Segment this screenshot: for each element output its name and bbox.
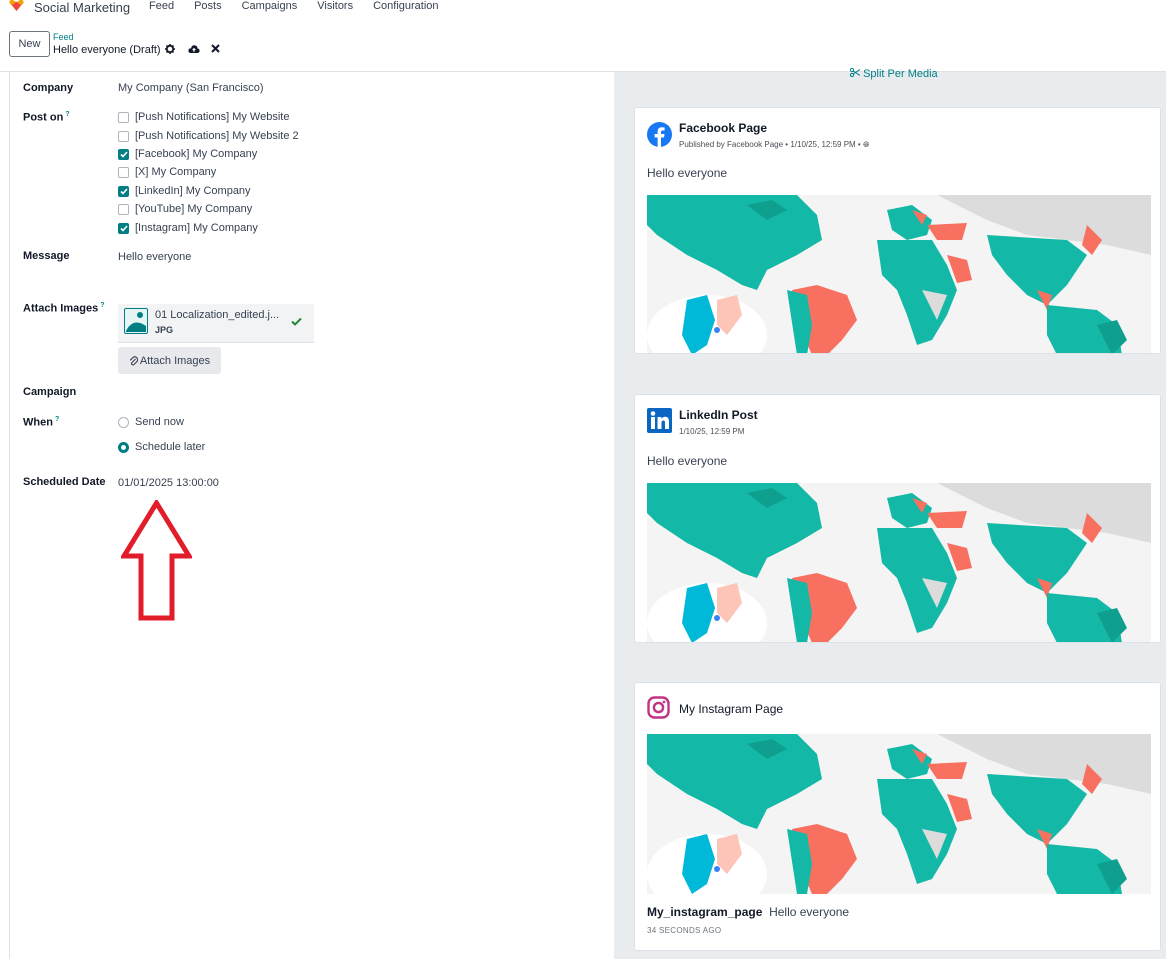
checkbox[interactable] bbox=[118, 203, 129, 215]
radio-selected[interactable] bbox=[118, 441, 129, 453]
facebook-icon bbox=[647, 122, 672, 147]
menu-item-feed[interactable]: Feed bbox=[149, 0, 174, 12]
top-navbar: Social Marketing Feed Posts Campaigns Vi… bbox=[0, 0, 1166, 22]
facebook-preview-card: Facebook Page Published by Facebook Page… bbox=[634, 107, 1161, 354]
instagram-preview-card: My Instagram Page My_instagram_page Hell… bbox=[634, 682, 1161, 951]
attach-images-label: Attach Images? bbox=[23, 302, 105, 315]
form-sheet bbox=[9, 72, 614, 959]
split-per-media-link[interactable]: Split Per Media bbox=[849, 67, 938, 80]
menu-item-configuration[interactable]: Configuration bbox=[373, 0, 438, 12]
checkbox[interactable] bbox=[118, 166, 129, 178]
app-name[interactable]: Social Marketing bbox=[34, 0, 130, 15]
post-image bbox=[647, 483, 1151, 642]
company-value[interactable]: My Company (San Francisco) bbox=[118, 82, 264, 94]
instagram-caption: My_instagram_page Hello everyone bbox=[647, 905, 849, 919]
image-file-icon bbox=[124, 308, 148, 334]
account-label: [Instagram] My Company bbox=[135, 222, 258, 234]
company-label: Company bbox=[23, 82, 74, 94]
account-label: [YouTube] My Company bbox=[135, 203, 253, 215]
world-map-image bbox=[647, 195, 1151, 353]
menu-item-campaigns[interactable]: Campaigns bbox=[242, 0, 298, 12]
account-label: [X] My Company bbox=[135, 166, 217, 178]
attachment-card[interactable]: 01 Localization_edited.j... JPG bbox=[118, 304, 314, 343]
checkbox-checked[interactable] bbox=[118, 222, 129, 234]
control-panel: New Feed Hello everyone (Draft) bbox=[0, 22, 1166, 72]
instagram-time-ago: 34 SECONDS AGO bbox=[647, 926, 722, 935]
account-label: [Push Notifications] My Website bbox=[135, 111, 290, 123]
help-tooltip-icon[interactable]: ? bbox=[55, 416, 59, 423]
when-label: When? bbox=[23, 416, 60, 429]
linkedin-post-title: LinkedIn Post bbox=[679, 408, 758, 422]
post-on-label: Post on? bbox=[23, 111, 70, 124]
main-menu: Feed Posts Campaigns Visitors Configurat… bbox=[149, 0, 459, 12]
checkbox[interactable] bbox=[118, 130, 129, 142]
facebook-page-name: Facebook Page bbox=[679, 121, 768, 135]
checkbox-checked[interactable] bbox=[118, 185, 129, 197]
account-push-my-website-2[interactable]: [Push Notifications] My Website 2 bbox=[118, 130, 299, 142]
discard-close-icon[interactable] bbox=[211, 44, 220, 53]
menu-item-visitors[interactable]: Visitors bbox=[317, 0, 353, 12]
linkedin-post-date: 1/10/25, 12:59 PM bbox=[679, 427, 745, 436]
breadcrumb-feed-link[interactable]: Feed bbox=[53, 32, 74, 42]
linkedin-preview-card: LinkedIn Post 1/10/25, 12:59 PM Hello ev… bbox=[634, 394, 1161, 643]
account-youtube[interactable]: [YouTube] My Company bbox=[118, 203, 252, 215]
attachment-extension: JPG bbox=[155, 325, 174, 335]
account-facebook[interactable]: [Facebook] My Company bbox=[118, 148, 257, 160]
world-map-image bbox=[647, 483, 1151, 642]
attach-images-button-label: Attach Images bbox=[139, 354, 211, 367]
world-map-image bbox=[647, 734, 1151, 894]
scissors-icon bbox=[849, 67, 861, 78]
paperclip-icon bbox=[129, 355, 138, 366]
when-schedule-later[interactable]: Schedule later bbox=[118, 441, 205, 453]
account-label: [Facebook] My Company bbox=[135, 148, 258, 160]
post-image bbox=[647, 734, 1151, 894]
globe-icon: 🌐︎ bbox=[862, 140, 870, 149]
gear-icon[interactable] bbox=[165, 44, 175, 54]
preview-panel: Split Per Media Facebook Page Published … bbox=[614, 67, 1166, 959]
account-instagram[interactable]: [Instagram] My Company bbox=[118, 222, 258, 234]
radio-label: Schedule later bbox=[135, 441, 206, 453]
menu-item-posts[interactable]: Posts bbox=[194, 0, 222, 12]
linkedin-icon bbox=[647, 408, 672, 433]
facebook-published-info: Published by Facebook Page • 1/10/25, 12… bbox=[679, 140, 870, 149]
when-send-now[interactable]: Send now bbox=[118, 416, 184, 428]
account-linkedin[interactable]: [LinkedIn] My Company bbox=[118, 185, 251, 197]
instagram-page-name: My Instagram Page bbox=[679, 702, 784, 716]
facebook-message: Hello everyone bbox=[647, 166, 728, 180]
account-label: [Push Notifications] My Website 2 bbox=[135, 130, 299, 142]
radio[interactable] bbox=[118, 416, 129, 428]
checkbox-checked[interactable] bbox=[118, 148, 129, 160]
account-push-my-website[interactable]: [Push Notifications] My Website bbox=[118, 111, 289, 123]
new-button[interactable]: New bbox=[9, 31, 50, 57]
attach-images-button[interactable]: Attach Images bbox=[118, 347, 221, 374]
account-label: [LinkedIn] My Company bbox=[135, 185, 251, 197]
instagram-icon bbox=[647, 696, 670, 719]
post-image bbox=[647, 195, 1151, 353]
attachment-filename: 01 Localization_edited.j... bbox=[155, 309, 280, 321]
help-tooltip-icon[interactable]: ? bbox=[100, 302, 104, 309]
instagram-handle: My_instagram_page bbox=[647, 905, 763, 919]
help-tooltip-icon[interactable]: ? bbox=[65, 111, 69, 118]
scheduled-date-field[interactable]: 01/01/2025 13:00:00 bbox=[118, 477, 219, 489]
linkedin-message: Hello everyone bbox=[647, 454, 728, 468]
radio-label: Send now bbox=[135, 416, 184, 428]
checkbox[interactable] bbox=[118, 111, 129, 123]
message-label: Message bbox=[23, 250, 70, 262]
uploaded-check-icon bbox=[291, 317, 302, 326]
save-cloud-icon[interactable] bbox=[188, 44, 200, 54]
account-x[interactable]: [X] My Company bbox=[118, 166, 216, 178]
red-up-arrow-annotation bbox=[121, 500, 192, 621]
instagram-message: Hello everyone bbox=[769, 905, 850, 919]
social-marketing-logo-icon[interactable] bbox=[9, 0, 24, 11]
scheduled-date-label: Scheduled Date bbox=[23, 476, 106, 488]
campaign-label: Campaign bbox=[23, 386, 77, 398]
record-title: Hello everyone (Draft) bbox=[53, 44, 161, 56]
message-field[interactable]: Hello everyone bbox=[118, 251, 191, 263]
